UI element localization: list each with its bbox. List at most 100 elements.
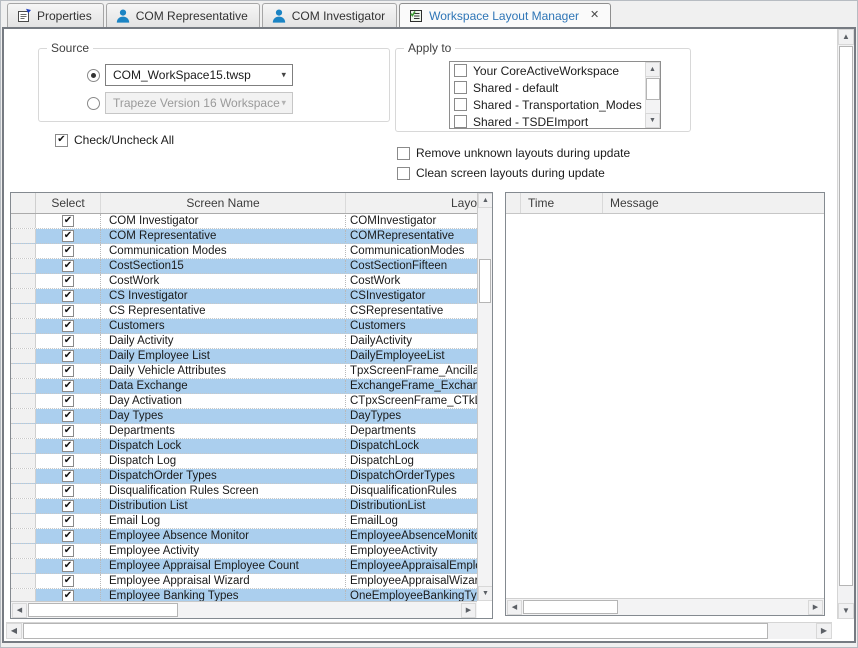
table-row[interactable]: ✔Employee Banking TypesOneEmployeeBankin… bbox=[11, 589, 477, 601]
row-header-cell[interactable] bbox=[11, 589, 36, 601]
remove-unknown-layouts-option[interactable]: ✔ Remove unknown layouts during update bbox=[397, 146, 630, 160]
table-row[interactable]: ✔Daily Vehicle AttributesTpxScreenFrame_… bbox=[11, 364, 477, 379]
apply-to-item-checkbox[interactable]: ✔ bbox=[454, 81, 467, 94]
table-row[interactable]: ✔CostWorkCostWork bbox=[11, 274, 477, 289]
scroll-up-icon[interactable]: ▲ bbox=[838, 29, 854, 45]
table-row[interactable]: ✔CS RepresentativeCSRepresentative bbox=[11, 304, 477, 319]
row-header-cell[interactable] bbox=[11, 259, 36, 273]
row-select-checkbox[interactable]: ✔ bbox=[62, 500, 74, 512]
row-select-checkbox[interactable]: ✔ bbox=[62, 335, 74, 347]
row-header-cell[interactable] bbox=[11, 514, 36, 528]
table-row[interactable]: ✔CS InvestigatorCSInvestigator bbox=[11, 289, 477, 304]
scrollbar-thumb[interactable] bbox=[28, 603, 178, 617]
column-header-message[interactable]: Message bbox=[603, 193, 824, 213]
row-select-checkbox[interactable]: ✔ bbox=[62, 455, 74, 467]
scroll-right-icon[interactable]: ▶ bbox=[808, 600, 823, 615]
scrollbar-thumb[interactable] bbox=[479, 259, 491, 303]
row-header-cell[interactable] bbox=[11, 409, 36, 423]
row-header-cell[interactable] bbox=[11, 454, 36, 468]
apply-to-item-checkbox[interactable]: ✔ bbox=[454, 64, 467, 77]
row-select-checkbox[interactable]: ✔ bbox=[62, 545, 74, 557]
source-file-combobox[interactable]: COM_WorkSpace15.twsp ▾ bbox=[105, 64, 293, 86]
row-header-cell[interactable] bbox=[11, 364, 36, 378]
table-row[interactable]: ✔COM RepresentativeCOMRepresentative bbox=[11, 229, 477, 244]
table-row[interactable]: ✔Communication ModesCommunicationModes bbox=[11, 244, 477, 259]
row-select-checkbox[interactable]: ✔ bbox=[62, 365, 74, 377]
table-row[interactable]: ✔CostSection15CostSectionFifteen bbox=[11, 259, 477, 274]
apply-to-item-shared-tsdeimport[interactable]: ✔Shared - TSDEImport bbox=[450, 113, 660, 129]
scrollbar-thumb[interactable] bbox=[23, 623, 768, 639]
table-row[interactable]: ✔DepartmentsDepartments bbox=[11, 424, 477, 439]
table-row[interactable]: ✔Daily Employee ListDailyEmployeeList bbox=[11, 349, 477, 364]
scroll-left-icon[interactable]: ◀ bbox=[507, 600, 522, 615]
row-header-cell[interactable] bbox=[11, 214, 36, 228]
table-row[interactable]: ✔Employee Appraisal Employee CountEmploy… bbox=[11, 559, 477, 574]
row-header-cell[interactable] bbox=[11, 424, 36, 438]
main-horizontal-scrollbar[interactable]: ◀ ▶ bbox=[6, 622, 832, 639]
apply-to-item-your-coreactiveworkspace[interactable]: ✔Your CoreActiveWorkspace bbox=[450, 62, 660, 79]
row-select-checkbox[interactable]: ✔ bbox=[62, 410, 74, 422]
row-header-cell[interactable] bbox=[11, 544, 36, 558]
source-version-radio[interactable] bbox=[87, 97, 100, 110]
table-row[interactable]: ✔Daily ActivityDailyActivity bbox=[11, 334, 477, 349]
tab-com-representative[interactable]: COM Representative bbox=[106, 3, 260, 27]
table-row[interactable]: ✔Day ActivationCTpxScreenFrame_CTkLoa bbox=[11, 394, 477, 409]
scroll-left-icon[interactable]: ◀ bbox=[6, 623, 22, 639]
table-row[interactable]: ✔Disqualification Rules ScreenDisqualifi… bbox=[11, 484, 477, 499]
scroll-up-icon[interactable]: ▲ bbox=[478, 193, 493, 208]
scroll-right-icon[interactable]: ▶ bbox=[816, 623, 832, 639]
row-select-checkbox[interactable]: ✔ bbox=[62, 530, 74, 542]
row-select-checkbox[interactable]: ✔ bbox=[62, 350, 74, 362]
column-header-time[interactable]: Time bbox=[521, 193, 603, 213]
scrollbar-thumb[interactable] bbox=[523, 600, 618, 614]
apply-to-scrollbar[interactable]: ▲ ▼ bbox=[645, 62, 660, 128]
row-select-checkbox[interactable]: ✔ bbox=[62, 485, 74, 497]
column-header-screen-name[interactable]: Screen Name bbox=[101, 193, 346, 213]
clean-screen-layouts-checkbox[interactable]: ✔ bbox=[397, 167, 410, 180]
apply-to-item-checkbox[interactable]: ✔ bbox=[454, 98, 467, 111]
row-header-cell[interactable] bbox=[11, 334, 36, 348]
row-select-checkbox[interactable]: ✔ bbox=[62, 470, 74, 482]
row-select-checkbox[interactable]: ✔ bbox=[62, 425, 74, 437]
row-select-checkbox[interactable]: ✔ bbox=[62, 215, 74, 227]
row-select-checkbox[interactable]: ✔ bbox=[62, 440, 74, 452]
table-row[interactable]: ✔Data ExchangeExchangeFrame_Exchang bbox=[11, 379, 477, 394]
row-select-checkbox[interactable]: ✔ bbox=[62, 245, 74, 257]
row-header-cell[interactable] bbox=[11, 319, 36, 333]
row-header-cell[interactable] bbox=[11, 289, 36, 303]
apply-to-item-shared-transportation-modes[interactable]: ✔Shared - Transportation_Modes bbox=[450, 96, 660, 113]
row-header-cell[interactable] bbox=[11, 304, 36, 318]
remove-unknown-layouts-checkbox[interactable]: ✔ bbox=[397, 147, 410, 160]
table-row[interactable]: ✔Dispatch LogDispatchLog bbox=[11, 454, 477, 469]
tab-com-investigator[interactable]: COM Investigator bbox=[262, 3, 397, 27]
row-header-cell[interactable] bbox=[11, 574, 36, 588]
apply-to-item-shared-default[interactable]: ✔Shared - default bbox=[450, 79, 660, 96]
row-select-checkbox[interactable]: ✔ bbox=[62, 380, 74, 392]
close-icon[interactable]: ✕ bbox=[590, 10, 599, 21]
scroll-down-icon[interactable]: ▼ bbox=[645, 113, 660, 128]
table-row[interactable]: ✔Employee Absence MonitorEmployeeAbsence… bbox=[11, 529, 477, 544]
row-select-checkbox[interactable]: ✔ bbox=[62, 560, 74, 572]
tab-workspace-layout-manager[interactable]: Workspace Layout Manager✕ bbox=[399, 3, 611, 29]
main-vertical-scrollbar[interactable]: ▲ ▼ bbox=[837, 29, 854, 619]
scrollbar-thumb[interactable] bbox=[839, 46, 853, 586]
table-row[interactable]: ✔COM InvestigatorCOMInvestigator bbox=[11, 214, 477, 229]
grid-horizontal-scrollbar[interactable]: ◀ ▶ bbox=[11, 601, 477, 618]
row-header-cell[interactable] bbox=[11, 484, 36, 498]
row-select-checkbox[interactable]: ✔ bbox=[62, 260, 74, 272]
row-header-cell[interactable] bbox=[11, 349, 36, 363]
check-uncheck-all[interactable]: ✔ Check/Uncheck All bbox=[55, 133, 174, 147]
row-header-cell[interactable] bbox=[11, 244, 36, 258]
table-row[interactable]: ✔Employee Appraisal WizardEmployeeApprai… bbox=[11, 574, 477, 589]
scroll-up-icon[interactable]: ▲ bbox=[645, 62, 660, 77]
scroll-down-icon[interactable]: ▼ bbox=[478, 586, 493, 601]
table-row[interactable]: ✔DispatchOrder TypesDispatchOrderTypes bbox=[11, 469, 477, 484]
scrollbar-thumb[interactable] bbox=[646, 78, 660, 100]
clean-screen-layouts-option[interactable]: ✔ Clean screen layouts during update bbox=[397, 166, 605, 180]
row-header-cell[interactable] bbox=[11, 559, 36, 573]
table-row[interactable]: ✔CustomersCustomers bbox=[11, 319, 477, 334]
row-header-cell[interactable] bbox=[11, 229, 36, 243]
table-row[interactable]: ✔Dispatch LockDispatchLock bbox=[11, 439, 477, 454]
row-select-checkbox[interactable]: ✔ bbox=[62, 275, 74, 287]
log-horizontal-scrollbar[interactable]: ◀ ▶ bbox=[506, 598, 824, 615]
